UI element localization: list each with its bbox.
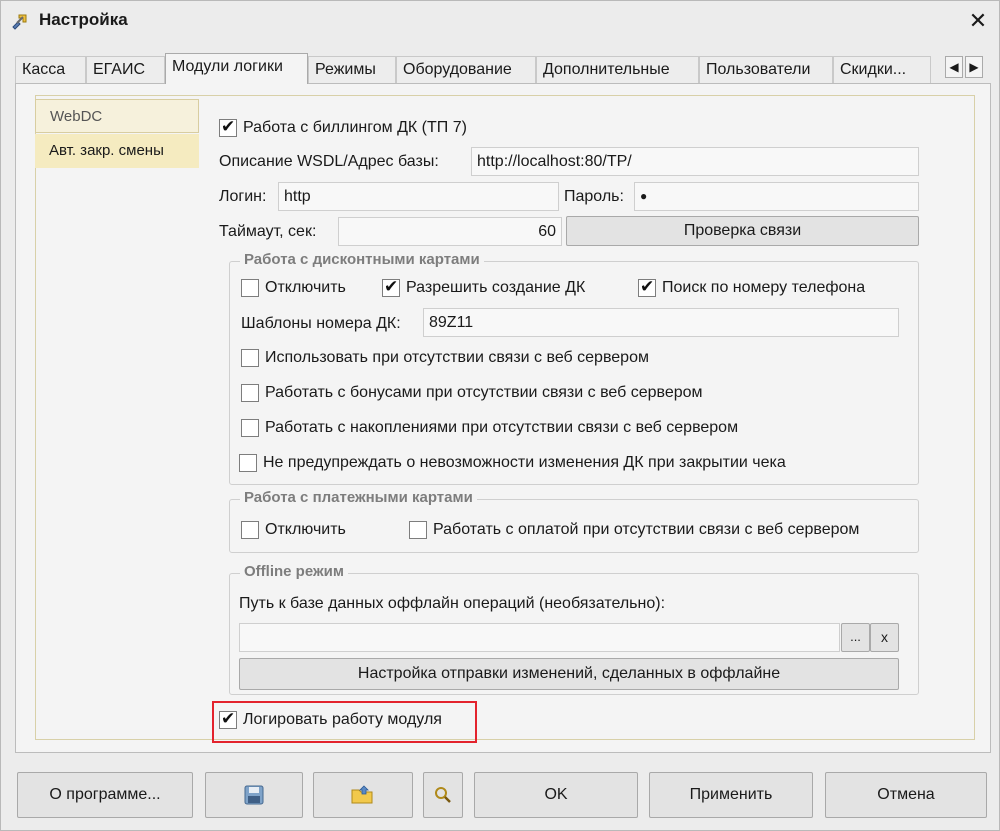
wsdl-label: Описание WSDL/Адрес базы: — [219, 153, 439, 170]
tab-modes[interactable]: Режимы — [308, 56, 396, 83]
timeout-input[interactable]: 60 — [338, 217, 562, 246]
pay-offline-label: Работать с оплатой при отсутствии связи … — [433, 521, 860, 538]
accum-offline-label: Работать с накоплениями при отсутствии с… — [265, 419, 739, 436]
tab-kassa[interactable]: Касса — [15, 56, 86, 83]
about-button[interactable]: О программе... — [17, 772, 193, 818]
offline-use-label: Использовать при отсутствии связи с веб … — [265, 349, 649, 366]
allow-create-dc-checkbox[interactable] — [382, 277, 400, 297]
payment-disable-label: Отключить — [265, 521, 346, 538]
open-folder-button[interactable] — [313, 772, 413, 818]
cancel-button[interactable]: Отмена — [825, 772, 987, 818]
save-button[interactable] — [205, 772, 303, 818]
settings-window: Настройка ✕ Касса ЕГАИС Модули логики Ре… — [0, 0, 1000, 831]
bonus-offline-label: Работать с бонусами при отсутствии связи… — [265, 384, 703, 401]
accum-offline-checkbox[interactable] — [241, 419, 259, 437]
tab-additional[interactable]: Дополнительные — [536, 56, 699, 83]
allow-create-dc-label: Разрешить создание ДК — [406, 279, 586, 296]
discount-disable-checkbox[interactable] — [241, 279, 259, 297]
highlight-frame — [212, 701, 477, 743]
tab-strip: Касса ЕГАИС Модули логики Режимы Оборудо… — [15, 53, 991, 84]
title-bar: Настройка ✕ — [1, 1, 1000, 41]
phone-search-checkbox[interactable] — [638, 277, 656, 297]
timeout-label: Таймаут, сек: — [219, 223, 317, 240]
bonus-offline-checkbox[interactable] — [241, 384, 259, 402]
tab-users[interactable]: Пользователи — [699, 56, 833, 83]
clear-path-button[interactable]: x — [870, 623, 899, 652]
tab-equipment[interactable]: Оборудование — [396, 56, 536, 83]
billing-checkbox[interactable] — [219, 117, 237, 137]
no-warn-checkbox[interactable] — [239, 454, 257, 472]
magnifier-icon — [435, 787, 451, 803]
dc-template-input[interactable]: 89Z11 — [423, 308, 899, 337]
offline-path-input[interactable] — [239, 623, 840, 652]
settings-app-icon — [12, 14, 27, 30]
browse-button[interactable]: ... — [841, 623, 870, 652]
window-title: Настройка — [39, 10, 128, 29]
side-item-auto-close-shift[interactable]: Авт. закр. смены — [35, 134, 199, 168]
offline-path-label: Путь к базе данных оффлайн операций (нео… — [239, 595, 666, 612]
tab-scroll-left-icon[interactable]: ◀ — [945, 56, 963, 78]
close-icon[interactable]: ✕ — [965, 8, 991, 34]
dc-template-label: Шаблоны номера ДК: — [241, 315, 401, 332]
discount-disable-label: Отключить — [265, 279, 346, 296]
offline-use-checkbox[interactable] — [241, 349, 259, 367]
tab-discounts[interactable]: Скидки... — [833, 56, 931, 83]
side-item-webdc[interactable]: WebDC — [35, 99, 199, 133]
tab-scroll-right-icon[interactable]: ▶ — [965, 56, 983, 78]
billing-label: Работа с биллингом ДК (ТП 7) — [243, 119, 467, 136]
password-label: Пароль: — [564, 188, 624, 205]
payment-disable-checkbox[interactable] — [241, 521, 259, 539]
login-label: Логин: — [219, 188, 267, 205]
folder-icon — [351, 785, 373, 804]
offline-mode-group-title: Offline режим — [240, 563, 348, 580]
login-input[interactable]: http — [278, 182, 559, 211]
offline-sync-settings-button[interactable]: Настройка отправки изменений, сделанных … — [239, 658, 899, 690]
tab-logic-modules[interactable]: Модули логики — [165, 53, 308, 84]
discount-cards-group-title: Работа с дисконтными картами — [240, 251, 484, 268]
payment-cards-group-title: Работа с платежными картами — [240, 489, 477, 506]
password-input[interactable]: ● — [634, 182, 919, 211]
search-button[interactable] — [423, 772, 463, 818]
phone-search-label: Поиск по номеру телефона — [662, 279, 866, 296]
apply-button[interactable]: Применить — [649, 772, 813, 818]
tab-egais[interactable]: ЕГАИС — [86, 56, 165, 83]
floppy-disk-icon — [244, 785, 264, 805]
check-connection-button[interactable]: Проверка связи — [566, 216, 919, 246]
ok-button[interactable]: OK — [474, 772, 638, 818]
wsdl-input[interactable]: http://localhost:80/TP/ — [471, 147, 919, 176]
pay-offline-checkbox[interactable] — [409, 521, 427, 539]
no-warn-label: Не предупреждать о невозможности изменен… — [263, 454, 786, 471]
